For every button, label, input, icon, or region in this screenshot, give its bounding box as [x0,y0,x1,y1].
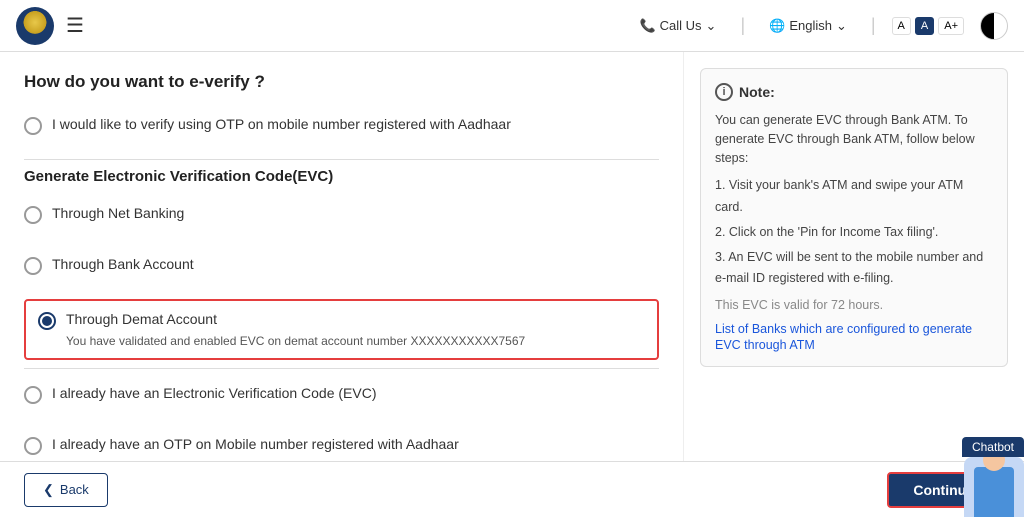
globe-icon: 🌐 [769,18,785,34]
aadhaar-otp-option[interactable]: I would like to verify using OTP on mobi… [24,108,659,143]
already-evc-option[interactable]: I already have an Electronic Verificatio… [24,377,659,412]
aadhaar-otp-radio[interactable] [24,117,42,135]
note-valid-text: This EVC is valid for 72 hours. [715,298,993,312]
note-title: Note: [739,84,775,100]
aadhaar-otp-option-group: I would like to verify using OTP on mobi… [24,108,659,143]
back-button[interactable]: ❮ Back [24,473,108,507]
logo-icon [16,7,54,45]
net-banking-option-group: Through Net Banking [24,197,659,232]
already-otp-option[interactable]: I already have an OTP on Mobile number r… [24,428,659,463]
font-controls: A A A+ [892,17,964,35]
note-step-1: 1. Visit your bank's ATM and swipe your … [715,175,993,218]
already-evc-radio[interactable] [24,386,42,404]
note-intro-text: You can generate EVC through Bank ATM. T… [715,111,993,167]
font-medium-button[interactable]: A [915,17,934,35]
banks-link[interactable]: List of Banks which are configured to ge… [715,322,972,352]
back-label: Back [60,482,89,497]
footer: ❮ Back Continue [0,461,1024,517]
main-content: How do you want to e-verify ? I would li… [0,52,1024,517]
call-us-label: Call Us [660,18,702,33]
note-header: i Note: [715,83,993,101]
demat-account-option[interactable]: Through Demat Account [38,311,645,330]
demat-account-label: Through Demat Account [66,311,217,327]
chatbot-avatar[interactable] [964,457,1024,517]
language-chevron-icon: ⌄ [836,18,847,34]
bank-account-option-group: Through Bank Account [24,248,659,283]
separator-1: | [740,15,745,36]
contrast-button[interactable] [980,12,1008,40]
call-us-button[interactable]: 📞 Call Us ⌄ [631,14,724,38]
phone-icon: 📞 [639,18,655,34]
note-step-3: 3. An EVC will be sent to the mobile num… [715,247,993,290]
header: ☰ 📞 Call Us ⌄ | 🌐 English ⌄ | A A A+ [0,0,1024,52]
already-otp-option-group: I already have an OTP on Mobile number r… [24,428,659,463]
note-step-2: 2. Click on the 'Pin for Income Tax fili… [715,222,993,243]
already-evc-option-group: I already have an Electronic Verificatio… [24,377,659,412]
divider-2 [24,368,659,369]
already-otp-label: I already have an OTP on Mobile number r… [52,436,459,452]
already-evc-label: I already have an Electronic Verificatio… [52,385,377,401]
bank-account-radio[interactable] [24,257,42,275]
header-left: ☰ [16,7,84,45]
separator-2: | [871,15,876,36]
bank-account-option[interactable]: Through Bank Account [24,248,659,283]
avatar-body [974,467,1014,517]
info-icon: i [715,83,733,101]
left-panel: How do you want to e-verify ? I would li… [0,52,684,517]
net-banking-radio[interactable] [24,206,42,224]
language-label: English [789,18,832,33]
aadhaar-otp-label: I would like to verify using OTP on mobi… [52,116,511,132]
evc-section-title: Generate Electronic Verification Code(EV… [24,168,659,185]
font-small-button[interactable]: A [892,17,911,35]
back-arrow-icon: ❮ [43,482,54,498]
call-us-chevron-icon: ⌄ [706,18,717,34]
already-otp-radio[interactable] [24,437,42,455]
font-large-button[interactable]: A+ [938,17,964,35]
note-steps: 1. Visit your bank's ATM and swipe your … [715,175,993,289]
demat-account-sub-text: You have validated and enabled EVC on de… [66,334,645,348]
net-banking-option[interactable]: Through Net Banking [24,197,659,232]
note-box: i Note: You can generate EVC through Ban… [700,68,1008,367]
divider-1 [24,159,659,160]
demat-account-option-group[interactable]: Through Demat Account You have validated… [24,299,659,360]
avatar-head [983,457,1005,471]
language-button[interactable]: 🌐 English ⌄ [761,14,855,38]
demat-account-radio[interactable] [38,312,56,330]
bank-account-label: Through Bank Account [52,256,194,272]
chatbot-label[interactable]: Chatbot [962,437,1024,457]
chatbot-area[interactable]: Chatbot [962,437,1024,517]
header-right: 📞 Call Us ⌄ | 🌐 English ⌄ | A A A+ [631,12,1008,40]
page-title: How do you want to e-verify ? [24,72,659,92]
hamburger-menu-icon[interactable]: ☰ [66,13,84,38]
net-banking-label: Through Net Banking [52,205,184,221]
